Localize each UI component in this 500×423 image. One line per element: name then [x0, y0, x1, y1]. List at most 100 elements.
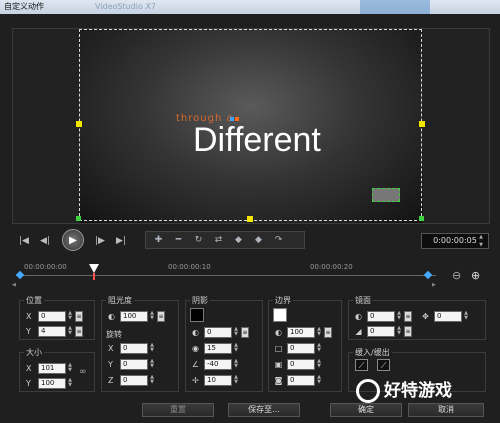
- stepper-icon[interactable]: ▲ ▼: [233, 327, 239, 338]
- shadow-blur-input[interactable]: 15: [204, 343, 232, 354]
- mirror-fade-input[interactable]: 0: [367, 326, 395, 337]
- link-aspect-icon[interactable]: ∞: [79, 367, 87, 381]
- border-title: 边界: [273, 295, 293, 306]
- swap-keyframes-icon[interactable]: ⇄: [210, 232, 227, 248]
- rotation-z-input[interactable]: 0: [120, 375, 148, 386]
- stepper-icon[interactable]: ▲ ▼: [67, 378, 73, 389]
- preset-dropdown[interactable]: ≡: [241, 327, 249, 338]
- timecode-spinner-icon[interactable]: ▲ ▼: [478, 233, 484, 249]
- shadow-distance-icon: ✢: [192, 376, 199, 385]
- stepper-icon[interactable]: ▲ ▼: [149, 311, 155, 322]
- selection-frame[interactable]: [79, 29, 422, 221]
- rotation-title: 旋转: [106, 330, 122, 339]
- corner-handle[interactable]: [419, 216, 424, 221]
- move-right-icon[interactable]: ◆: [250, 232, 267, 248]
- shadow-angle-input[interactable]: -40: [204, 359, 232, 370]
- stepper-icon[interactable]: ▲ ▼: [233, 375, 239, 386]
- preset-dropdown[interactable]: ≡: [75, 326, 83, 337]
- resize-handle[interactable]: [247, 216, 253, 222]
- next-frame-icon[interactable]: |▶: [92, 233, 108, 249]
- scroll-right-icon[interactable]: ▶: [432, 282, 437, 288]
- stepper-icon[interactable]: ▲ ▼: [67, 363, 73, 374]
- shadow-angle-icon: ∠: [191, 360, 200, 369]
- stepper-icon[interactable]: ▲ ▼: [316, 327, 322, 338]
- go-to-start-icon[interactable]: |◀: [16, 233, 32, 249]
- timeline-ruler[interactable]: 00:00:00:00 00:00:00:10 00:00:00:20 ◀ ▶: [12, 258, 466, 288]
- playhead-marker: [93, 273, 95, 280]
- add-keyframe-icon[interactable]: ✚: [150, 232, 167, 248]
- shadow-distance-input[interactable]: 10: [204, 375, 232, 386]
- move-left-icon[interactable]: ◆: [230, 232, 247, 248]
- preset-dropdown[interactable]: ≡: [157, 311, 165, 322]
- remove-keyframe-icon[interactable]: ━: [170, 232, 187, 248]
- stepper-icon[interactable]: ▲ ▼: [233, 343, 239, 354]
- play-button[interactable]: ▶: [62, 229, 84, 251]
- border-inner-icon: ▣: [274, 360, 283, 369]
- reset-button[interactable]: 重置: [142, 403, 214, 417]
- keyframe-start-icon[interactable]: [15, 270, 25, 280]
- stepper-icon[interactable]: ▲ ▼: [463, 311, 469, 322]
- rotation-y-input[interactable]: 0: [120, 359, 148, 370]
- save-to-button[interactable]: 保存至...: [228, 403, 300, 417]
- stepper-icon[interactable]: ▲ ▼: [149, 359, 155, 370]
- rotation-x-label: X: [108, 344, 114, 353]
- border-color-swatch[interactable]: [273, 308, 287, 322]
- ruler-tick-label: 00:00:00:10: [168, 263, 211, 271]
- stepper-icon[interactable]: ▲ ▼: [67, 326, 73, 337]
- ease-in-icon[interactable]: ⟋: [355, 359, 368, 371]
- size-title: 大小: [24, 347, 44, 358]
- opacity-input[interactable]: 100: [120, 311, 148, 322]
- stepper-icon[interactable]: ▲ ▼: [316, 375, 322, 386]
- ease-out-icon[interactable]: ⟋: [377, 359, 390, 371]
- preview-window[interactable]: through a Different: [12, 28, 490, 224]
- preset-dropdown[interactable]: ≡: [324, 327, 332, 338]
- position-x-input[interactable]: 0: [38, 311, 66, 322]
- resize-handle[interactable]: [419, 121, 425, 127]
- stepper-icon[interactable]: ▲ ▼: [233, 359, 239, 370]
- border-inner-input[interactable]: 0: [287, 359, 315, 370]
- corner-handle[interactable]: [76, 216, 81, 221]
- stepper-icon[interactable]: ▲ ▼: [149, 343, 155, 354]
- size-y-label: Y: [26, 379, 31, 388]
- reverse-keyframe-icon[interactable]: ↻: [190, 232, 207, 248]
- playhead-icon[interactable]: [89, 264, 99, 273]
- zoom-out-icon[interactable]: ⊖: [452, 270, 464, 282]
- keyframe-end-icon[interactable]: [423, 270, 433, 280]
- go-to-end-icon[interactable]: ▶|: [113, 233, 129, 249]
- position-x-label: X: [26, 312, 32, 321]
- border-width-input[interactable]: 0: [287, 343, 315, 354]
- rotation-x-input[interactable]: 0: [120, 343, 148, 354]
- mirror-offset-input[interactable]: 0: [434, 311, 462, 322]
- stepper-icon[interactable]: ▲ ▼: [316, 343, 322, 354]
- opacity-icon: ◐: [108, 312, 115, 321]
- mirror-opacity-input[interactable]: 0: [367, 311, 395, 322]
- position-y-input[interactable]: 4: [38, 326, 66, 337]
- zoom-in-icon[interactable]: ⊕: [471, 270, 483, 282]
- move-icon: ✥: [422, 312, 429, 321]
- size-x-input[interactable]: 101: [38, 363, 66, 374]
- shadow-color-swatch[interactable]: [190, 308, 204, 322]
- mirror-title: 镜面: [353, 295, 373, 306]
- preset-dropdown[interactable]: ≡: [404, 311, 412, 322]
- next-keyframe-icon[interactable]: ↷: [270, 232, 287, 248]
- pip-object[interactable]: [372, 188, 400, 202]
- border-opacity-icon: ◐: [275, 328, 282, 337]
- stepper-icon[interactable]: ▲ ▼: [67, 311, 73, 322]
- resize-handle[interactable]: [76, 121, 82, 127]
- shadow-opacity-icon: ◐: [192, 328, 199, 337]
- border-soft-input[interactable]: 0: [287, 375, 315, 386]
- watermark: 好特游戏: [356, 375, 496, 407]
- preset-dropdown[interactable]: ≡: [75, 311, 83, 322]
- stepper-icon[interactable]: ▲ ▼: [396, 311, 402, 322]
- size-y-input[interactable]: 100: [38, 378, 66, 389]
- position-title: 位置: [24, 295, 44, 306]
- previous-frame-icon[interactable]: ◀|: [37, 233, 53, 249]
- border-opacity-input[interactable]: 100: [287, 327, 315, 338]
- stepper-icon[interactable]: ▲ ▼: [316, 359, 322, 370]
- transport-bar: |◀ ◀| ▶ |▶ ▶| ✚ ━ ↻ ⇄ ◆ ◆ ↷: [12, 229, 490, 253]
- shadow-opacity-input[interactable]: 0: [204, 327, 232, 338]
- stepper-icon[interactable]: ▲ ▼: [396, 326, 402, 337]
- scroll-left-icon[interactable]: ◀: [12, 282, 17, 288]
- preset-dropdown[interactable]: ≡: [404, 326, 412, 337]
- stepper-icon[interactable]: ▲ ▼: [149, 375, 155, 386]
